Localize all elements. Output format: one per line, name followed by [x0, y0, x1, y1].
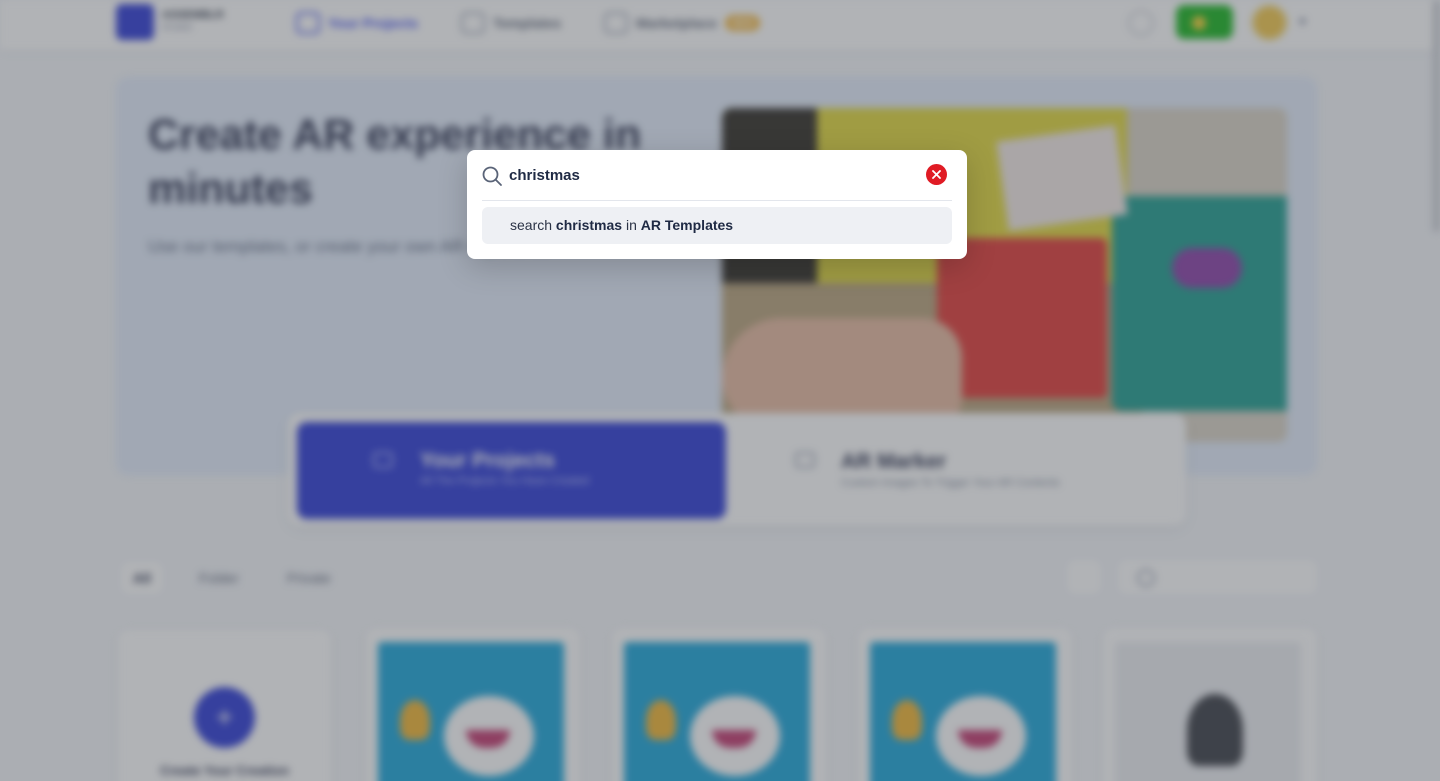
- clear-search-button[interactable]: [926, 164, 947, 185]
- suggestion-middle: in: [625, 217, 637, 233]
- suggestion-query: christmas: [555, 217, 623, 233]
- divider: [482, 200, 952, 201]
- search-suggestion[interactable]: search christmas in AR Templates: [482, 207, 952, 244]
- modal-backdrop[interactable]: [0, 0, 1440, 781]
- search-icon: [482, 166, 502, 186]
- suggestion-prefix: search: [510, 217, 553, 233]
- suggestion-target: AR Templates: [640, 217, 734, 233]
- search-input[interactable]: [509, 160, 919, 190]
- close-icon: [932, 170, 941, 179]
- search-modal: search christmas in AR Templates: [467, 150, 967, 259]
